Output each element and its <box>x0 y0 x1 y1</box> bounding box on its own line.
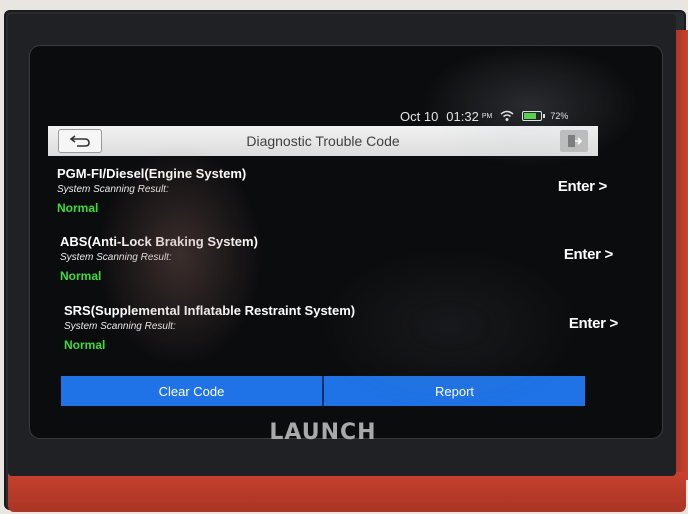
system-name: ABS(Anti-Lock Braking System) <box>60 234 258 249</box>
system-result-label: System Scanning Result: <box>60 252 172 263</box>
battery-icon <box>522 111 546 121</box>
status-date: Oct 10 <box>400 108 439 124</box>
system-result-label: System Scanning Result: <box>57 184 169 195</box>
wifi-icon <box>500 110 514 121</box>
system-status: Normal <box>57 201 99 215</box>
enter-button-engine[interactable]: Enter > <box>558 178 607 195</box>
report-button[interactable]: Report <box>322 376 585 406</box>
back-button[interactable] <box>58 129 102 153</box>
system-status: Normal <box>60 269 102 283</box>
system-item-engine[interactable]: PGM-FI/Diesel(Engine System) System Scan… <box>57 166 607 226</box>
system-item-abs[interactable]: ABS(Anti-Lock Braking System) System Sca… <box>60 234 613 294</box>
title-bar: Diagnostic Trouble Code <box>48 126 598 156</box>
launch-logo: LAUNCH <box>269 420 377 445</box>
back-arrow-icon <box>69 135 90 147</box>
system-name: PGM-FI/Diesel(Engine System) <box>57 166 247 181</box>
system-status: Normal <box>64 338 106 352</box>
enter-button-srs[interactable]: Enter > <box>569 315 618 332</box>
battery-percent: 72% <box>550 111 569 121</box>
action-bar: Clear Code Report <box>61 376 585 406</box>
enter-button-abs[interactable]: Enter > <box>564 246 613 263</box>
exit-button[interactable] <box>560 130 588 152</box>
device-rim-bottom <box>8 472 686 512</box>
system-name: SRS(Supplemental Inflatable Restraint Sy… <box>64 303 356 318</box>
page-title: Diagnostic Trouble Code <box>246 133 400 149</box>
system-result-label: System Scanning Result: <box>64 321 176 332</box>
exit-icon <box>568 135 582 147</box>
system-item-srs[interactable]: SRS(Supplemental Inflatable Restraint Sy… <box>64 303 618 363</box>
status-bar: Oct 10 01:32 PM 72% <box>400 106 600 126</box>
battery-fill <box>524 113 537 119</box>
status-ampm: PM <box>481 112 493 120</box>
clear-code-button[interactable]: Clear Code <box>61 376 322 406</box>
status-time: 01:32 <box>446 108 479 124</box>
